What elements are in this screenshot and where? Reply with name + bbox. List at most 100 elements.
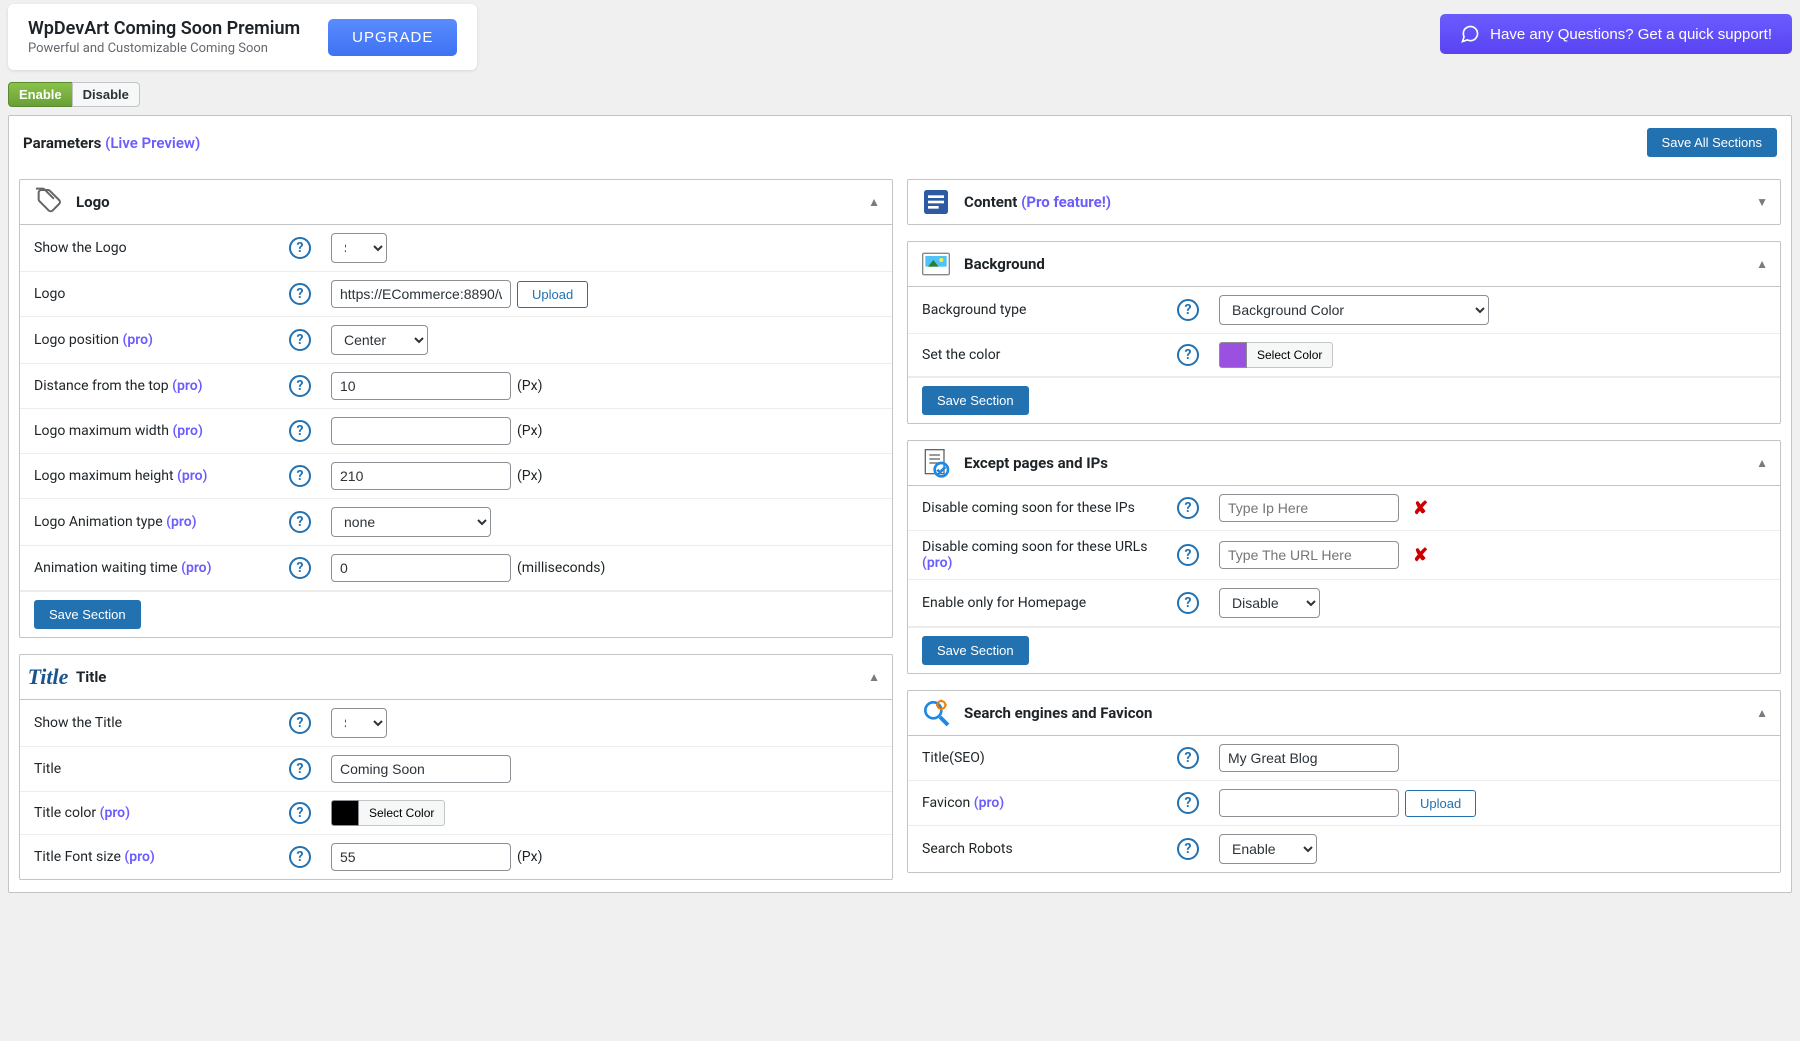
title-label: Title xyxy=(34,761,289,777)
section-logo-header[interactable]: Logo ▲ xyxy=(20,180,892,225)
upload-logo-button[interactable]: Upload xyxy=(517,281,588,308)
distance-input[interactable] xyxy=(331,372,511,400)
save-section-logo[interactable]: Save Section xyxy=(34,600,141,629)
select-title-color-button[interactable]: Select Color xyxy=(359,800,445,826)
help-icon[interactable]: ? xyxy=(289,329,311,351)
section-content-header[interactable]: Content (Pro feature!) ▼ xyxy=(908,180,1780,224)
px-unit: (Px) xyxy=(517,468,542,484)
chevron-up-icon: ▲ xyxy=(1756,706,1768,720)
section-background-header[interactable]: Background ▲ xyxy=(908,242,1780,287)
chevron-up-icon: ▲ xyxy=(868,195,880,209)
help-icon[interactable]: ? xyxy=(1177,592,1199,614)
logo-position-label: Logo position (pro) xyxy=(34,332,289,348)
enable-button[interactable]: Enable xyxy=(8,82,73,107)
except-ips-label: Disable coming soon for these IPs xyxy=(922,500,1177,516)
favicon-label: Favicon (pro) xyxy=(922,795,1177,811)
title-color-swatch[interactable] xyxy=(331,800,359,826)
homepage-only-select[interactable]: Disable xyxy=(1219,588,1320,618)
help-icon[interactable]: ? xyxy=(289,557,311,579)
save-all-button[interactable]: Save All Sections xyxy=(1647,128,1777,157)
section-seo: Search engines and Favicon ▲ Title(SEO) … xyxy=(907,690,1781,873)
robots-label: Search Robots xyxy=(922,841,1177,857)
help-icon[interactable]: ? xyxy=(289,511,311,533)
logo-url-input[interactable] xyxy=(331,280,511,308)
section-except-header[interactable]: Except pages and IPs ▲ xyxy=(908,441,1780,486)
max-height-input[interactable] xyxy=(331,462,511,490)
title-font-label: Title Font size (pro) xyxy=(34,849,289,865)
anim-type-select[interactable]: none xyxy=(331,507,491,537)
logo-position-select[interactable]: Center xyxy=(331,325,428,355)
support-button[interactable]: Have any Questions? Get a quick support! xyxy=(1440,14,1792,54)
help-icon[interactable]: ? xyxy=(1177,792,1199,814)
save-section-background[interactable]: Save Section xyxy=(922,386,1029,415)
bg-color-label: Set the color xyxy=(922,347,1177,363)
help-icon[interactable]: ? xyxy=(1177,747,1199,769)
robots-select[interactable]: Enable xyxy=(1219,834,1317,864)
px-unit: (Px) xyxy=(517,423,542,439)
max-width-label: Logo maximum width (pro) xyxy=(34,423,289,439)
max-width-input[interactable] xyxy=(331,417,511,445)
anim-wait-input[interactable] xyxy=(331,554,511,582)
section-seo-header[interactable]: Search engines and Favicon ▲ xyxy=(908,691,1780,736)
bg-type-select[interactable]: Background Color xyxy=(1219,295,1489,325)
except-urls-input[interactable] xyxy=(1219,541,1399,569)
show-logo-label: Show the Logo xyxy=(34,240,289,256)
logo-label: Logo xyxy=(34,286,289,302)
section-title: Title Title ▲ Show the Title ? Show Titl… xyxy=(19,654,893,880)
bg-color-swatch[interactable] xyxy=(1219,342,1247,368)
section-content-title: Content (Pro feature!) xyxy=(964,193,1111,211)
homepage-only-label: Enable only for Homepage xyxy=(922,595,1177,611)
except-ips-input[interactable] xyxy=(1219,494,1399,522)
help-icon[interactable]: ? xyxy=(289,283,311,305)
section-background: Background ▲ Background type ? Backgroun… xyxy=(907,241,1781,424)
section-title-header[interactable]: Title Title ▲ xyxy=(20,655,892,700)
help-icon[interactable]: ? xyxy=(289,237,311,259)
help-icon[interactable]: ? xyxy=(1177,299,1199,321)
show-logo-select[interactable]: Show xyxy=(331,233,387,263)
ms-unit: (milliseconds) xyxy=(517,560,605,576)
section-logo: Logo ▲ Show the Logo ? Show Logo ? xyxy=(19,179,893,638)
seo-title-label: Title(SEO) xyxy=(922,750,1177,766)
support-label: Have any Questions? Get a quick support! xyxy=(1490,26,1772,43)
remove-icon[interactable]: ✘ xyxy=(1413,498,1428,519)
help-icon[interactable]: ? xyxy=(289,802,311,824)
chevron-up-icon: ▲ xyxy=(1756,257,1768,271)
anim-type-label: Logo Animation type (pro) xyxy=(34,514,289,530)
px-unit: (Px) xyxy=(517,378,542,394)
title-icon: Title xyxy=(32,661,64,693)
section-title-title: Title xyxy=(76,668,106,686)
plugin-subtitle: Powerful and Customizable Coming Soon xyxy=(28,41,300,56)
upload-favicon-button[interactable]: Upload xyxy=(1405,790,1476,817)
help-icon[interactable]: ? xyxy=(1177,497,1199,519)
disable-button[interactable]: Disable xyxy=(72,82,140,107)
remove-icon[interactable]: ✘ xyxy=(1413,545,1428,566)
save-section-except[interactable]: Save Section xyxy=(922,636,1029,665)
except-urls-label: Disable coming soon for these URLs (pro) xyxy=(922,539,1177,571)
chevron-up-icon: ▲ xyxy=(868,670,880,684)
help-icon[interactable]: ? xyxy=(1177,544,1199,566)
section-seo-title: Search engines and Favicon xyxy=(964,704,1152,722)
help-icon[interactable]: ? xyxy=(289,758,311,780)
live-preview-link[interactable]: (Live Preview) xyxy=(105,134,200,152)
background-icon xyxy=(920,248,952,280)
section-except-title: Except pages and IPs xyxy=(964,454,1108,472)
title-font-input[interactable] xyxy=(331,843,511,871)
select-bg-color-button[interactable]: Select Color xyxy=(1247,342,1333,368)
help-icon[interactable]: ? xyxy=(289,375,311,397)
favicon-input[interactable] xyxy=(1219,789,1399,817)
upgrade-button[interactable]: UPGRADE xyxy=(328,19,457,56)
chevron-down-icon: ▼ xyxy=(1756,195,1768,209)
section-content: Content (Pro feature!) ▼ xyxy=(907,179,1781,225)
show-title-select[interactable]: Show xyxy=(331,708,387,738)
help-icon[interactable]: ? xyxy=(289,846,311,868)
distance-label: Distance from the top (pro) xyxy=(34,378,289,394)
seo-title-input[interactable] xyxy=(1219,744,1399,772)
help-icon[interactable]: ? xyxy=(289,420,311,442)
help-icon[interactable]: ? xyxy=(289,465,311,487)
help-icon[interactable]: ? xyxy=(289,712,311,734)
help-icon[interactable]: ? xyxy=(1177,838,1199,860)
title-input[interactable] xyxy=(331,755,511,783)
title-color-label: Title color (pro) xyxy=(34,805,289,821)
chat-icon xyxy=(1460,24,1480,44)
help-icon[interactable]: ? xyxy=(1177,344,1199,366)
